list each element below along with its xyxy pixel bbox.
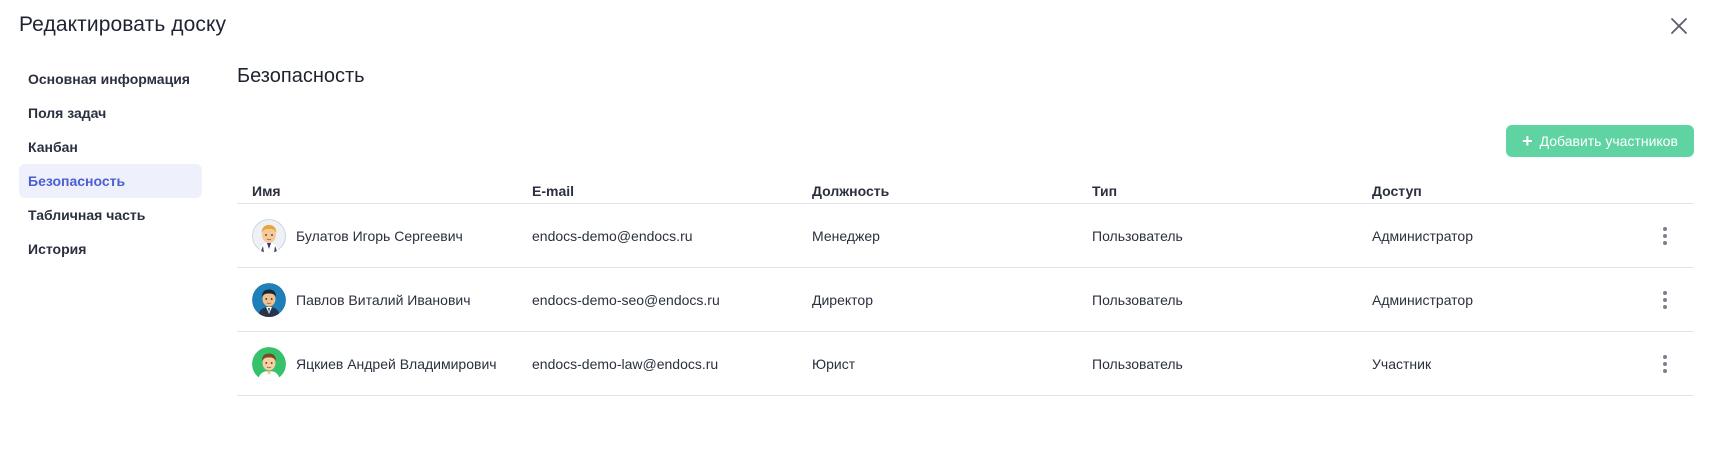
member-type: Пользователь: [1092, 291, 1183, 308]
member-type: Пользователь: [1092, 227, 1183, 244]
sidebar-item-label: Канбан: [28, 139, 78, 155]
header-email[interactable]: E-mail: [517, 183, 797, 199]
section-title: Безопасность: [237, 65, 365, 87]
member-access: Администратор: [1372, 291, 1474, 308]
table-row[interactable]: Яцкиев Андрей Владимирович endocs-demo-l…: [237, 332, 1694, 396]
member-position: Менеджер: [812, 227, 880, 244]
member-email: endocs-demo@endocs.ru: [532, 227, 693, 244]
table-header: Имя E-mail Должность Тип Доступ: [237, 178, 1694, 204]
avatar-blond-man: [252, 218, 286, 253]
avatar-suit-man: [252, 282, 286, 317]
table-row[interactable]: Булатов Игорь Сергеевич endocs-demo@endo…: [237, 204, 1694, 268]
member-access: Участник: [1372, 355, 1432, 372]
members-table: Имя E-mail Должность Тип Доступ Булатов …: [237, 178, 1694, 396]
table-row[interactable]: Павлов Виталий Иванович endocs-demo-seo@…: [237, 268, 1694, 332]
member-position: Директор: [812, 291, 873, 308]
add-members-label: Добавить участников: [1539, 133, 1678, 149]
sidebar-item-label: Поля задач: [28, 105, 107, 121]
sidebar-item-kanban[interactable]: Канбан: [19, 130, 202, 164]
member-name: Булатов Игорь Сергеевич: [296, 227, 463, 244]
member-name: Яцкиев Андрей Владимирович: [296, 355, 497, 372]
sidebar-item-task-fields[interactable]: Поля задач: [19, 96, 202, 130]
close-icon[interactable]: [1668, 15, 1690, 37]
modal-title: Редактировать доску: [19, 13, 227, 36]
member-email: endocs-demo-seo@endocs.ru: [532, 291, 720, 308]
sidebar-item-label: Безопасность: [28, 173, 126, 189]
member-position: Юрист: [812, 355, 856, 372]
header-access[interactable]: Доступ: [1357, 183, 1637, 199]
sidebar-item-security[interactable]: Безопасность: [19, 164, 202, 198]
plus-icon: +: [1522, 131, 1533, 151]
sidebar-item-history[interactable]: История: [19, 232, 202, 266]
add-members-button[interactable]: + Добавить участников: [1506, 125, 1694, 157]
sidebar-item-table-part[interactable]: Табличная часть: [19, 198, 202, 232]
edit-board-modal: Редактировать доску Основная информация …: [0, 0, 1713, 468]
member-name: Павлов Виталий Иванович: [296, 291, 471, 308]
sidebar-item-main-info[interactable]: Основная информация: [19, 62, 202, 96]
sidebar-item-label: История: [28, 241, 87, 257]
header-type[interactable]: Тип: [1077, 183, 1357, 199]
header-position[interactable]: Должность: [797, 183, 1077, 199]
member-email: endocs-demo-law@endocs.ru: [532, 355, 719, 372]
sidebar-item-label: Основная информация: [28, 71, 190, 87]
row-menu-icon[interactable]: [1658, 224, 1672, 248]
member-access: Администратор: [1372, 227, 1474, 244]
row-menu-icon[interactable]: [1658, 288, 1672, 312]
settings-sidebar: Основная информация Поля задач Канбан Бе…: [19, 62, 202, 266]
avatar-green-man: [252, 346, 286, 381]
header-name[interactable]: Имя: [237, 183, 517, 199]
sidebar-item-label: Табличная часть: [28, 207, 146, 223]
member-type: Пользователь: [1092, 355, 1183, 372]
row-menu-icon[interactable]: [1658, 352, 1672, 376]
